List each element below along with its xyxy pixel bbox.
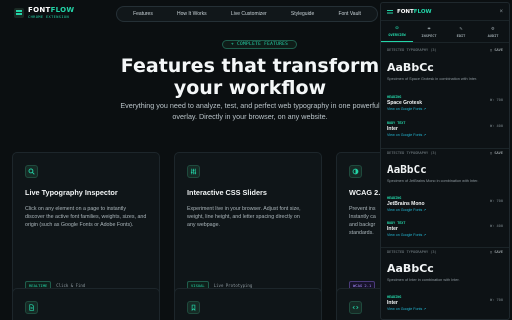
font-row: HEADING Inter View on Google Fonts ↗ W: … (387, 295, 503, 311)
save-button[interactable]: ▯ SAVE (490, 250, 503, 254)
card-description: Click on any element on a page to instan… (25, 206, 147, 228)
save-button[interactable]: ▯ SAVE (490, 151, 503, 155)
features-badge: + COMPLETE FEATURES (222, 40, 298, 49)
hero-subtitle: Everything you need to analyze, test, an… (120, 101, 380, 121)
nav-item-features[interactable]: Features (133, 11, 153, 17)
tab-overview[interactable]: ◎ OVERVIEW (381, 21, 413, 42)
font-row: BODY TEXT Inter View on Google Fonts ↗ W… (387, 121, 503, 137)
google-fonts-link[interactable]: View on Google Fonts ↗ (387, 307, 503, 311)
code-icon (349, 301, 362, 314)
font-row: HEADING JetBrains Mono View on Google Fo… (387, 196, 503, 212)
specimen-sample: AaBbCc (387, 262, 434, 275)
page-title: Features that transform your workflow (120, 55, 380, 99)
specimen-caption: Specimen of Inter in combination with In… (387, 278, 460, 282)
brand-name: FONTFLOW (28, 6, 75, 14)
save-button[interactable]: ▯ SAVE (490, 48, 503, 52)
card-description: Experiment live in your browser. Adjust … (187, 206, 301, 228)
audit-icon: ⚙ (491, 25, 495, 32)
google-fonts-link[interactable]: View on Google Fonts ↗ (387, 233, 503, 237)
google-fonts-link[interactable]: View on Google Fonts ↗ (387, 208, 503, 212)
tab-inspect[interactable]: ⌖ INSPECT (413, 21, 445, 42)
specimen-1: AaBbCc Specimen of Space Grotesk in comb… (387, 61, 503, 81)
feature-card-document (12, 288, 160, 320)
extension-panel: FONTFLOW × ◎ OVERVIEW ⌖ INSPECT ✎ EDIT ⚙ AUD… (380, 2, 510, 320)
detected-typography-header: DETECTED TYPOGRAPHY (3) ▯ SAVE (387, 151, 503, 155)
detected-typography-header: DETECTED TYPOGRAPHY (3) ▯ SAVE (387, 48, 503, 52)
edit-icon: ✎ (459, 25, 463, 32)
fontflow-logo-icon (14, 7, 24, 18)
tab-edit[interactable]: ✎ EDIT (445, 21, 477, 42)
font-row: BODY TEXT Inter View on Google Fonts ↗ W… (387, 221, 503, 237)
nav-item-font-vault[interactable]: Font Vault (338, 11, 360, 17)
brand-logo[interactable]: FONTFLOW CHROME EXTENSION (14, 6, 74, 19)
feature-card-sliders: Interactive CSS Sliders Experiment live … (174, 152, 322, 302)
inspect-icon: ⌖ (427, 25, 431, 32)
tab-audit[interactable]: ⚙ AUDIT (477, 21, 509, 42)
sliders-icon (187, 165, 200, 178)
nav-item-live-customizer[interactable]: Live Customizer (231, 11, 267, 17)
google-fonts-link[interactable]: View on Google Fonts ↗ (387, 107, 503, 111)
close-icon[interactable]: × (499, 9, 503, 15)
specimen-sample: AaBbCc (387, 163, 427, 176)
divider (381, 148, 509, 149)
nav-item-styleguide[interactable]: Styleguide (291, 11, 314, 17)
card-title: Live Typography Inspector (25, 188, 118, 197)
specimen-3: AaBbCc Specimen of Inter in combination … (387, 262, 503, 282)
fontflow-logo-icon (387, 9, 393, 15)
contrast-icon (349, 165, 362, 178)
card-title: Interactive CSS Sliders (187, 188, 267, 197)
nav-menu: Features How It Works Live Customizer St… (116, 6, 378, 22)
document-icon (25, 301, 38, 314)
divider (381, 247, 509, 248)
card-description: Prevent ins Instantly ca and backgr stan… (349, 206, 376, 236)
specimen-caption: Specimen of JetBrains Mono in combinatio… (387, 179, 479, 183)
panel-header: FONTFLOW × (381, 3, 509, 21)
font-row: HEADING Space Grotesk View on Google Fon… (387, 95, 503, 111)
card-title: WCAG 2. (349, 188, 381, 197)
overview-icon: ◎ (395, 25, 399, 31)
brand-subtitle: CHROME EXTENSION (28, 15, 70, 19)
panel-tabs: ◎ OVERVIEW ⌖ INSPECT ✎ EDIT ⚙ AUDIT (381, 21, 509, 43)
specimen-caption: Specimen of Space Grotesk in combination… (387, 77, 478, 81)
search-icon (25, 165, 38, 178)
bookmark-icon (187, 301, 200, 314)
detected-typography-header: DETECTED TYPOGRAPHY (3) ▯ SAVE (387, 250, 503, 254)
feature-card-bookmark (174, 288, 322, 320)
specimen-sample: AaBbCc (387, 61, 434, 74)
nav-item-how-it-works[interactable]: How It Works (177, 11, 207, 17)
panel-brand: FONTFLOW (397, 8, 432, 15)
feature-card-inspector: Live Typography Inspector Click on any e… (12, 152, 160, 302)
specimen-2: AaBbCc Specimen of JetBrains Mono in com… (387, 163, 503, 183)
google-fonts-link[interactable]: View on Google Fonts ↗ (387, 133, 503, 137)
